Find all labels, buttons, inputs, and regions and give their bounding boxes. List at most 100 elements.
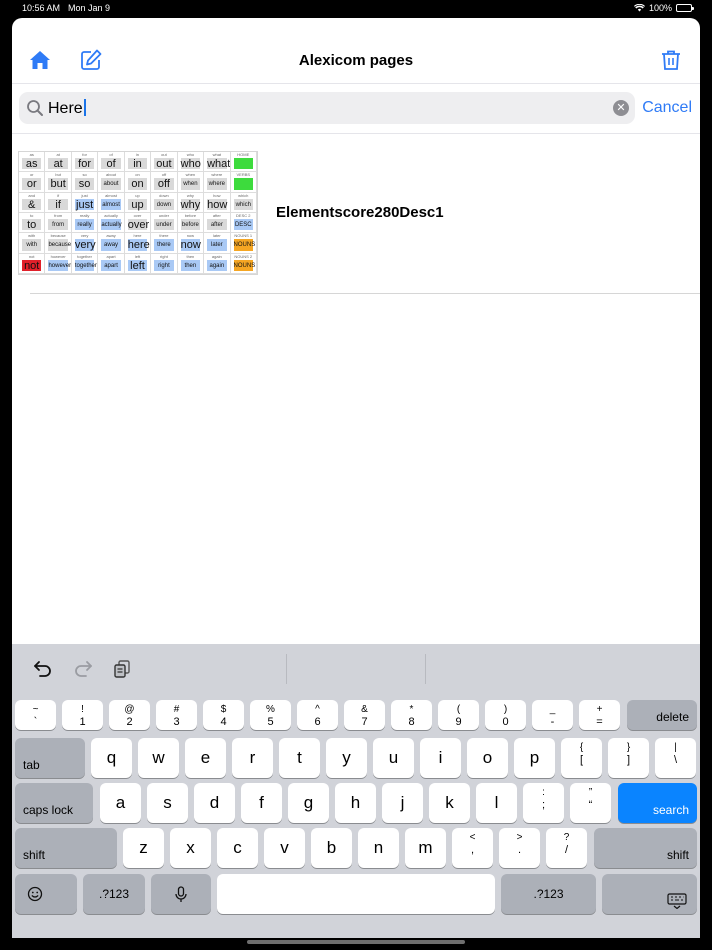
key-l[interactable]: l [476,783,517,823]
key-pair[interactable]: >. [499,828,540,868]
key-shift-char: ~ [32,704,39,715]
key-c[interactable]: c [217,828,258,868]
thumbnail-cell-caption: with [28,233,36,239]
numbers-key-right[interactable]: .?123 [501,874,596,914]
key-0[interactable]: ) 0 [485,700,526,730]
shift-right-key[interactable]: shift [594,828,697,868]
shift-left-key[interactable]: shift [15,828,117,868]
thumbnail-cell-word: now [180,239,201,252]
thumbnail-cell-word: how [207,198,228,211]
key-b[interactable]: b [311,828,352,868]
thumbnail-cell: to to [19,213,46,234]
cancel-button[interactable]: Cancel [642,99,692,117]
caps-lock-key[interactable]: caps lock [15,783,93,823]
key-shift-char: $ [220,704,227,715]
key-label: g [303,793,314,812]
key-n[interactable]: n [358,828,399,868]
key-h[interactable]: h [335,783,376,823]
key-j[interactable]: j [382,783,423,823]
thumbnail-cell: where where [204,172,231,193]
emoji-key[interactable] [15,874,77,914]
key-pair[interactable]: | \ [655,738,696,778]
key-e[interactable]: e [185,738,226,778]
key-s[interactable]: s [147,783,188,823]
key-q[interactable]: q [91,738,132,778]
key-pair[interactable]: ” “ [570,783,611,823]
thumbnail-cell-caption: about [106,172,117,178]
key-`[interactable]: ~ ` [15,700,56,730]
key-5[interactable]: % 5 [250,700,291,730]
numbers-key-left[interactable]: .?123 [83,874,145,914]
thumbnail-cell-word: where [207,178,227,190]
key-pair[interactable]: {[ [561,738,602,778]
clear-icon[interactable]: ✕ [613,100,629,116]
key-9[interactable]: (9 [438,700,479,730]
key-t[interactable]: t [279,738,320,778]
key-2[interactable]: @2 [109,700,150,730]
key-label: p [529,748,540,767]
key-k[interactable]: k [429,783,470,823]
home-indicator[interactable] [247,940,465,944]
thumbnail-cell-word: under [154,219,174,231]
delete-key[interactable]: delete [627,700,697,730]
key-char: 0 [502,716,509,728]
key-u[interactable]: u [373,738,414,778]
thumbnail-cell: then then [177,253,205,274]
thumbnail-cell-word: apart [101,259,121,271]
tab-key[interactable]: tab [15,738,85,778]
pages-sheet: Alexicom pages Here ✕ Cancel as as at at for… [12,18,700,938]
key-d[interactable]: d [194,783,235,823]
key-y[interactable]: y [326,738,367,778]
key-pair[interactable]: :; [523,783,564,823]
key-=[interactable]: + = [579,700,620,730]
key-g[interactable]: g [288,783,329,823]
undo-icon[interactable] [32,658,54,680]
key-x[interactable]: x [170,828,211,868]
thumbnail-cell: almost almost [98,192,125,213]
thumbnail-cell-caption: again [211,253,222,259]
result-row[interactable]: as as at at for for of of in in out out who who what wh… [12,150,700,294]
thumbnail-cell: now now [177,233,205,254]
key-pair[interactable]: <, [452,828,493,868]
key-r[interactable]: r [232,738,273,778]
search-input[interactable]: Here ✕ [19,92,635,124]
key-6[interactable]: ^ 6 [297,700,338,730]
key-shift-char: < [469,832,476,843]
search-key[interactable]: search [618,783,697,823]
paste-icon[interactable] [112,658,134,680]
key-4[interactable]: $4 [203,700,244,730]
key-w[interactable]: w [138,738,179,778]
key-1[interactable]: ! 1 [62,700,103,730]
microphone-key[interactable] [151,874,211,914]
key-a[interactable]: a [100,783,141,823]
key-v[interactable]: v [264,828,305,868]
key-3[interactable]: #3 [156,700,197,730]
key-8[interactable]: * 8 [391,700,432,730]
key-p[interactable]: p [514,738,555,778]
key-i[interactable]: i [420,738,461,778]
key-m[interactable]: m [405,828,446,868]
thumbnail-cell-caption: at [56,152,60,157]
thumbnail-cell-word: at [48,158,68,170]
key-z[interactable]: z [123,828,164,868]
thumbnail-cell: from from [45,213,72,234]
key-o[interactable]: o [467,738,508,778]
thumbnail-cell: however however [45,253,72,274]
key-f[interactable]: f [241,783,282,823]
key-pair[interactable]: ? / [546,828,587,868]
key-7[interactable]: & 7 [344,700,385,730]
thumbnail-cell: because because [45,233,72,254]
key-label: y [342,748,351,767]
key-char: 2 [126,716,133,728]
thumbnail-cell: not not [19,253,46,274]
hide-keyboard-key[interactable] [602,874,697,914]
redo-icon[interactable] [72,658,94,680]
thumbnail-cell-word: over [127,219,150,231]
thumbnail-cell: later later [204,233,231,254]
trash-icon[interactable] [659,48,683,72]
key--[interactable]: _ - [532,700,573,730]
thumbnail-cell: DESC 2 DESC [230,213,257,234]
thumbnail-cell-caption: after [212,213,221,218]
space-key[interactable] [217,874,495,914]
key-pair[interactable]: }] [608,738,649,778]
